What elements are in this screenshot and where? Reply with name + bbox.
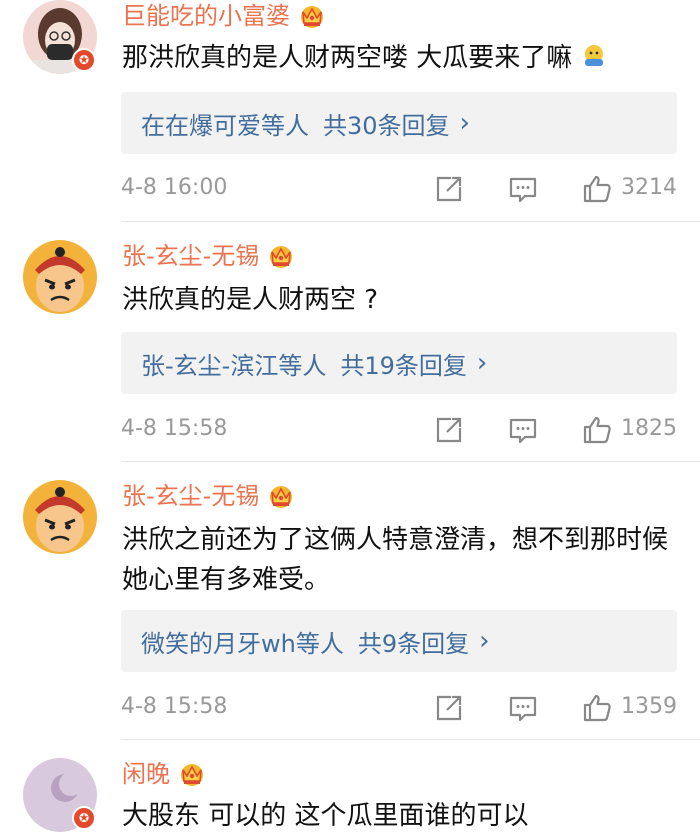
- reply-users: 在在爆可爱等人: [141, 111, 309, 140]
- thumbs-up-icon[interactable]: [582, 693, 612, 723]
- comment-meta: 4-8 16:00 3214: [0, 168, 700, 208]
- reply-summary[interactable]: 在在爆可爱等人 共30条回复 ›: [121, 92, 677, 154]
- comment-text: 大股东 可以的 这个瓜里面谁的可以: [122, 801, 529, 831]
- vip-crown-icon: [267, 243, 295, 269]
- username[interactable]: 张-玄尘-无锡: [122, 480, 295, 512]
- vip-crown-icon: [298, 3, 326, 29]
- share-icon[interactable]: [434, 693, 464, 723]
- like-count: 3214: [621, 175, 677, 200]
- avatar[interactable]: [23, 240, 97, 314]
- username[interactable]: 闲晚: [122, 758, 206, 790]
- reply-users: 微笑的月牙wh等人: [141, 629, 344, 658]
- comment-icon[interactable]: [508, 174, 538, 204]
- reply-count: 共30条回复: [323, 111, 450, 140]
- username[interactable]: 张-玄尘-无锡: [122, 240, 295, 272]
- comment-text: 那洪欣真的是人财两空喽 大瓜要来了嘛: [122, 38, 678, 78]
- emoji-icon: [581, 41, 607, 67]
- vip-crown-icon: [267, 483, 295, 509]
- chevron-right-icon: ›: [459, 108, 470, 138]
- like-count: 1825: [621, 416, 677, 441]
- timestamp: 4-8 15:58: [121, 416, 228, 441]
- thumbs-up-icon[interactable]: [582, 415, 612, 445]
- reply-summary[interactable]: 张-玄尘-滨江等人 共19条回复 ›: [121, 332, 677, 394]
- comment-text: 洪欣之前还为了这俩人特意澄清，想不到那时候她心里有多难受。: [122, 525, 669, 595]
- timestamp: 4-8 16:00: [121, 175, 228, 200]
- reply-count: 共9条回复: [357, 629, 470, 658]
- comment-icon[interactable]: [508, 415, 538, 445]
- chevron-right-icon: ›: [479, 626, 490, 656]
- username[interactable]: 巨能吃的小富婆: [122, 0, 326, 32]
- timestamp: 4-8 15:58: [121, 694, 228, 719]
- share-icon[interactable]: [434, 415, 464, 445]
- verified-badge-icon: ✪: [72, 48, 96, 72]
- like-count: 1359: [621, 694, 677, 719]
- comment-text: 洪欣真的是人财两空 ?: [122, 285, 379, 315]
- comment-meta: 4-8 15:58 1359: [0, 687, 700, 727]
- comment-meta: 4-8 15:58 1825: [0, 409, 700, 449]
- avatar[interactable]: [23, 480, 97, 554]
- reply-count: 共19条回复: [340, 351, 467, 380]
- chevron-right-icon: ›: [476, 348, 488, 378]
- divider: [121, 221, 700, 222]
- thumbs-up-icon[interactable]: [582, 174, 612, 204]
- comment-icon[interactable]: [508, 693, 538, 723]
- divider: [121, 739, 700, 740]
- reply-summary[interactable]: 微笑的月牙wh等人 共9条回复 ›: [121, 610, 677, 672]
- vip-crown-icon: [178, 761, 206, 787]
- verified-badge-icon: ✪: [72, 806, 96, 830]
- share-icon[interactable]: [434, 174, 464, 204]
- divider: [121, 461, 700, 462]
- reply-users: 张-玄尘-滨江等人: [141, 351, 327, 380]
